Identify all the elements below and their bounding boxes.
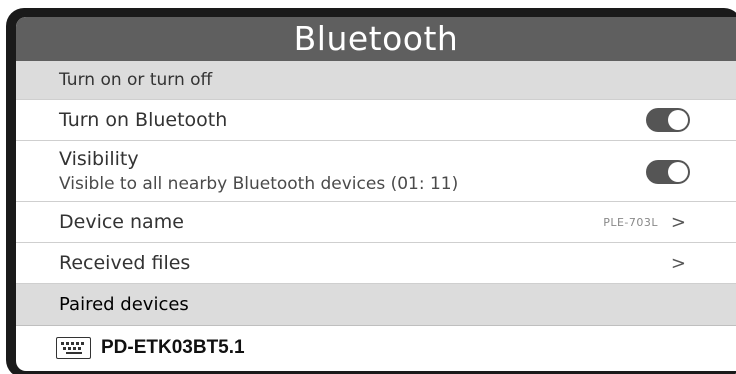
paired-device-name: PD-ETK03BT5.1 xyxy=(101,337,245,358)
section-header-paired: Paired devices xyxy=(16,284,736,326)
visibility-toggle[interactable] xyxy=(646,160,690,184)
turn-on-bluetooth-label: Turn on Bluetooth xyxy=(59,109,228,131)
device-name-value: PLE-703L xyxy=(603,216,658,229)
paired-device-item[interactable]: PD-ETK03BT5.1 xyxy=(16,326,736,370)
section-header-power: Turn on or turn off xyxy=(16,61,736,100)
device-name-row[interactable]: Device name PLE-703L > xyxy=(16,202,736,243)
visibility-sublabel: Visible to all nearby Bluetooth devices … xyxy=(59,174,459,194)
toggle-knob xyxy=(668,162,688,182)
received-files-label: Received files xyxy=(59,252,191,274)
received-files-row[interactable]: Received files > xyxy=(16,243,736,284)
toggle-knob xyxy=(668,110,688,130)
page-title: Bluetooth xyxy=(16,17,736,61)
visibility-row[interactable]: Visibility Visible to all nearby Bluetoo… xyxy=(16,141,736,202)
bluetooth-toggle[interactable] xyxy=(646,108,690,132)
visibility-label: Visibility xyxy=(59,148,139,170)
device-name-label: Device name xyxy=(59,211,184,233)
chevron-right-icon: > xyxy=(670,253,686,274)
keyboard-icon xyxy=(56,337,91,359)
bluetooth-settings-screen: Bluetooth Turn on or turn off Turn on Bl… xyxy=(16,17,736,371)
turn-on-bluetooth-row[interactable]: Turn on Bluetooth xyxy=(16,100,736,141)
chevron-right-icon: > xyxy=(670,212,686,233)
